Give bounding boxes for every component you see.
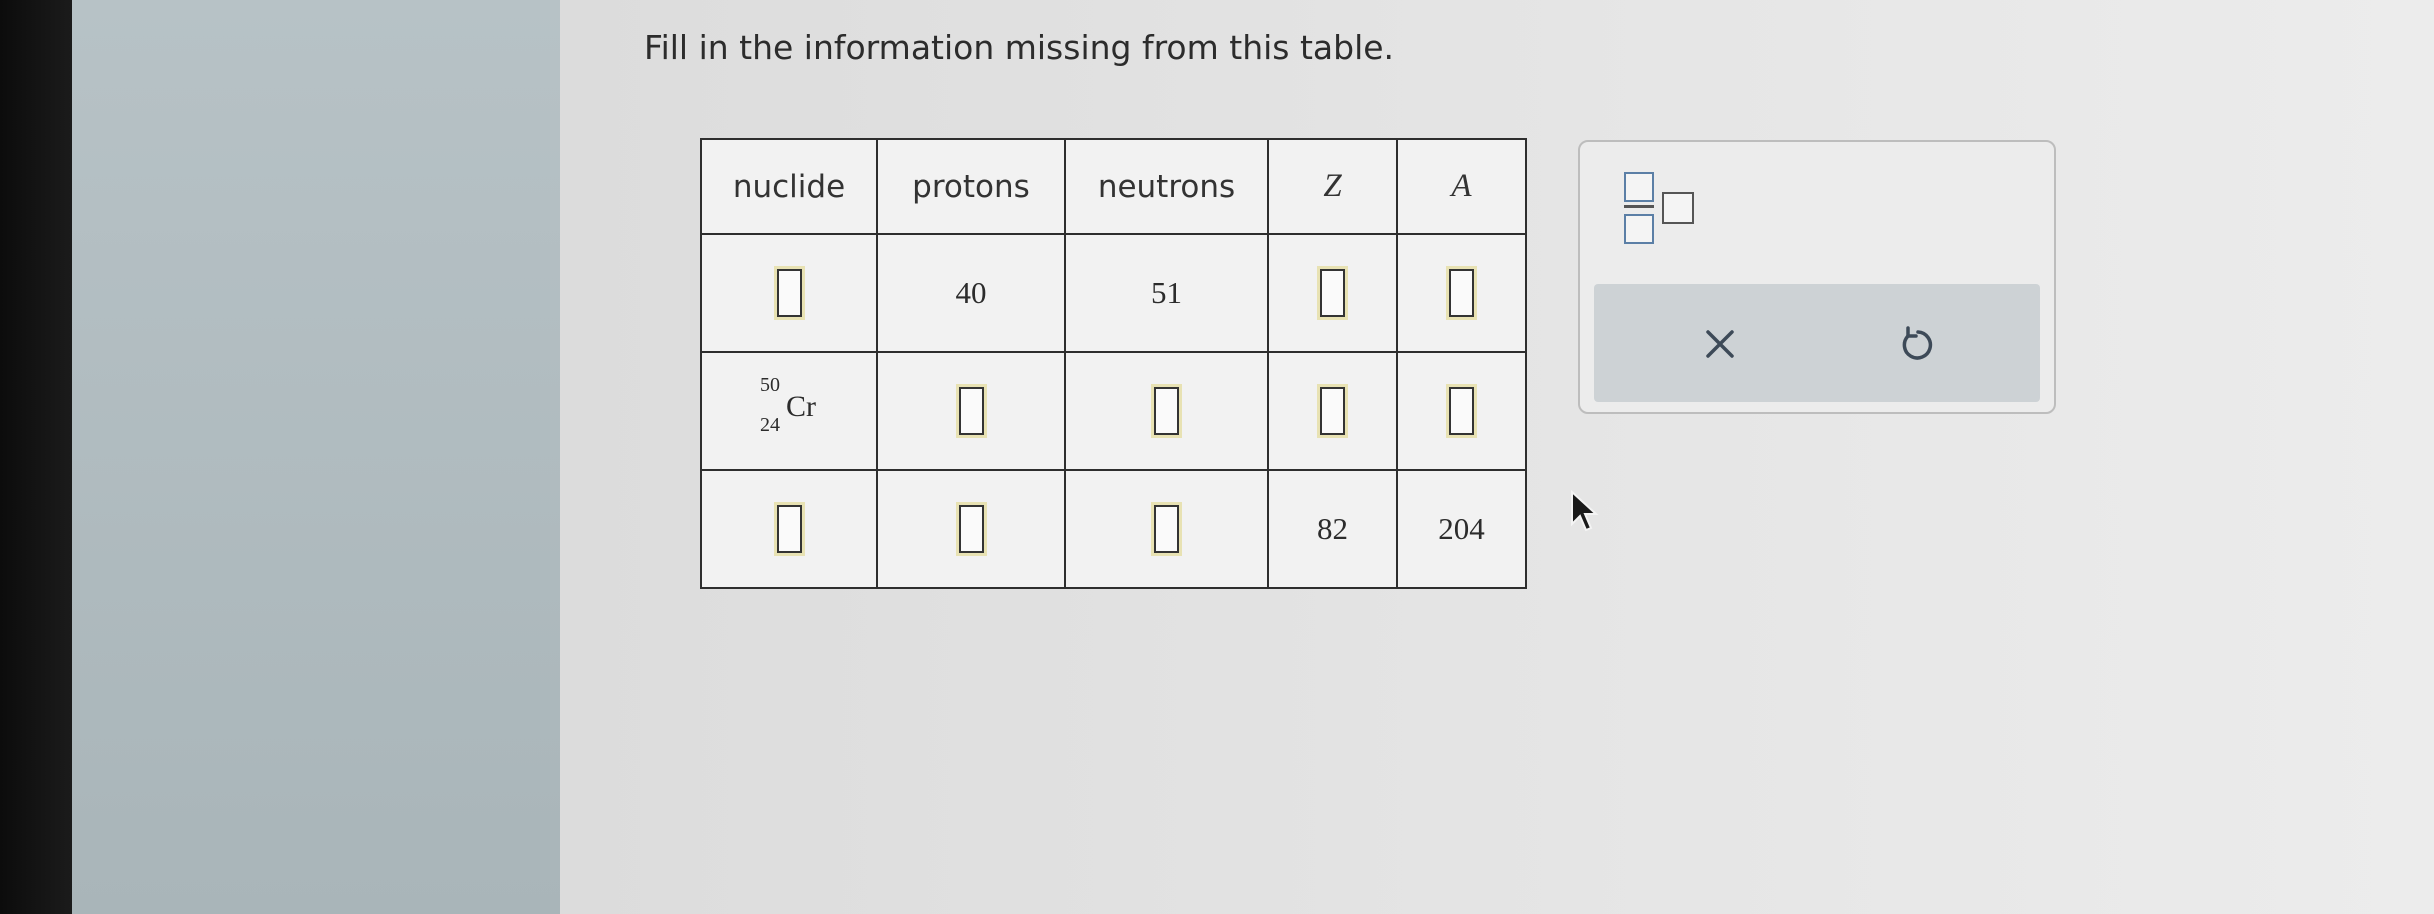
row3-nuclide-input[interactable] <box>776 505 802 553</box>
table-row: 50 24 Cr <box>700 351 1527 471</box>
row2-z-cell <box>1267 351 1398 471</box>
table-header-row: nuclide protons neutrons Z A <box>700 138 1527 235</box>
side-box <box>1662 192 1694 224</box>
answer-tools-panel <box>1578 140 2056 414</box>
row3-protons-cell <box>876 469 1066 589</box>
row2-nuclide-cell: 50 24 Cr <box>700 351 878 471</box>
atomic-number: 24 <box>760 414 780 436</box>
clear-button[interactable] <box>1690 314 1750 374</box>
header-a: A <box>1396 138 1527 235</box>
row2-z-input[interactable] <box>1320 387 1345 435</box>
table-row: 82 204 <box>700 469 1527 589</box>
row1-protons-cell: 40 <box>876 233 1066 353</box>
row3-z-cell: 82 <box>1267 469 1398 589</box>
row2-neutrons-cell <box>1064 351 1269 471</box>
row1-nuclide-cell <box>700 233 878 353</box>
fraction-template-icon[interactable] <box>1624 172 1714 252</box>
row1-z-cell <box>1267 233 1398 353</box>
fraction-bar <box>1624 205 1654 208</box>
undo-button[interactable] <box>1886 314 1946 374</box>
row2-a-input[interactable] <box>1449 387 1474 435</box>
header-nuclide: nuclide <box>700 138 878 235</box>
action-bar <box>1594 284 2040 402</box>
main-content: Fill in the information missing from thi… <box>560 0 2434 914</box>
mass-number: 50 <box>760 374 780 396</box>
row3-nuclide-cell <box>700 469 878 589</box>
row2-protons-input[interactable] <box>958 387 984 435</box>
undo-icon <box>1902 326 1933 360</box>
question-prompt: Fill in the information missing from thi… <box>644 28 1395 67</box>
nuclide-table: nuclide protons neutrons Z A 40 51 50 24… <box>700 138 1527 589</box>
row3-neutrons-cell <box>1064 469 1269 589</box>
screen-bezel <box>0 0 72 914</box>
close-icon <box>1706 330 1734 358</box>
numerator-box <box>1624 172 1654 202</box>
row1-nuclide-input[interactable] <box>776 269 802 317</box>
table-row: 40 51 <box>700 233 1527 353</box>
row2-neutrons-input[interactable] <box>1154 387 1179 435</box>
row1-z-input[interactable] <box>1320 269 1345 317</box>
row2-a-cell <box>1396 351 1527 471</box>
row3-a-cell: 204 <box>1396 469 1527 589</box>
header-neutrons: neutrons <box>1064 138 1269 235</box>
denominator-box <box>1624 214 1654 244</box>
element-symbol: Cr <box>786 390 816 423</box>
chromium-nuclide-symbol: 50 24 Cr <box>744 372 834 442</box>
row1-a-input[interactable] <box>1449 269 1474 317</box>
row1-neutrons-cell: 51 <box>1064 233 1269 353</box>
mouse-cursor-icon <box>1571 490 1599 532</box>
left-sidebar-panel <box>72 0 560 914</box>
row1-a-cell <box>1396 233 1527 353</box>
header-protons: protons <box>876 138 1066 235</box>
row3-neutrons-input[interactable] <box>1154 505 1179 553</box>
row2-protons-cell <box>876 351 1066 471</box>
row3-protons-input[interactable] <box>958 505 984 553</box>
header-z: Z <box>1267 138 1398 235</box>
